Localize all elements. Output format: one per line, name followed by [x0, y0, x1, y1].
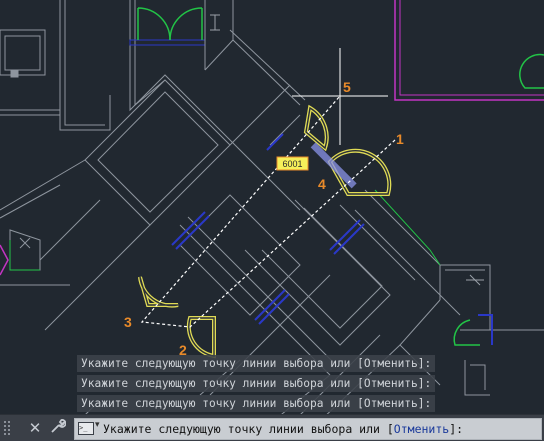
prompt-before: Укажите следующую точку линии выбора или…	[103, 422, 394, 436]
door-tag-label: 6001	[282, 159, 302, 169]
marker-4: 4	[318, 176, 326, 192]
command-history-line: Укажите следующую точку линии выбора или…	[77, 375, 436, 392]
command-prompt-icon[interactable]: >_	[78, 422, 94, 435]
marker-5: 5	[343, 79, 351, 95]
command-prompt-text: Укажите следующую точку линии выбора или…	[103, 419, 463, 439]
grip-icon[interactable]	[4, 421, 18, 437]
door-tag[interactable]: 6001	[276, 156, 309, 171]
prompt-after: ]:	[449, 422, 464, 436]
option-undo[interactable]: Отменить	[394, 422, 449, 436]
green-doors	[9, 7, 544, 346]
chevron-down-icon[interactable]: ▾	[95, 420, 100, 430]
wrench-icon[interactable]	[48, 418, 68, 438]
drawing-canvas[interactable]: 6001 1 2 3 4 5	[0, 0, 544, 440]
command-input[interactable]: >_ ▾ Укажите следующую точку линии выбор…	[74, 418, 542, 440]
marker-3: 3	[124, 314, 132, 330]
command-history-line: Укажите следующую точку линии выбора или…	[77, 355, 436, 372]
command-history-line: Укажите следующую точку линии выбора или…	[77, 395, 436, 412]
marker-1: 1	[396, 131, 404, 147]
close-icon[interactable]: ✕	[25, 418, 45, 438]
command-bar: ✕ >_ ▾ Укажите следующую точку линии выб…	[0, 414, 544, 441]
wall-lines	[0, 0, 544, 440]
